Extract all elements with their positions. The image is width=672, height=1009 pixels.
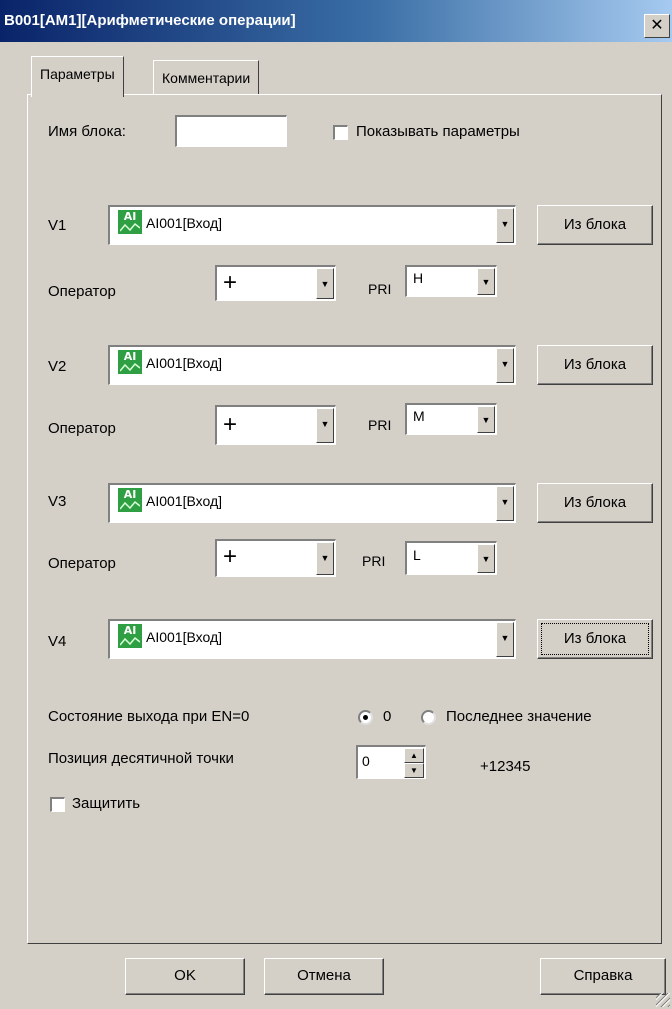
- pri3-label: PRI: [362, 553, 386, 569]
- spin-down-icon[interactable]: ▼: [404, 763, 424, 778]
- tab-parameters[interactable]: Параметры: [31, 56, 124, 97]
- window-titlebar: B001[AM1][Арифметические операции] ✕: [0, 0, 672, 42]
- parameters-panel: Имя блока: Показывать параметры V1 AI AI…: [27, 94, 662, 944]
- v3-source-value: AI001[Вход]: [146, 493, 223, 509]
- pri3-select[interactable]: L ▼: [405, 541, 497, 575]
- decimal-preview: +12345: [480, 758, 531, 775]
- protect-label: Защитить: [72, 795, 141, 812]
- v3-from-block-button[interactable]: Из блока: [537, 483, 653, 523]
- v1-label: V1: [48, 217, 67, 234]
- output-state-label: Состояние выхода при EN=0: [48, 708, 250, 725]
- operator1-select[interactable]: + ▼: [215, 265, 336, 301]
- v2-source-select[interactable]: AI AI001[Вход] ▼: [108, 345, 516, 385]
- decimal-position-label: Позиция десятичной точки: [48, 750, 234, 767]
- show-params-checkbox[interactable]: [333, 125, 348, 140]
- chevron-down-icon[interactable]: ▼: [496, 622, 514, 657]
- analog-input-icon: AI: [118, 350, 142, 374]
- analog-input-icon: AI: [118, 488, 142, 512]
- chevron-down-icon[interactable]: ▼: [316, 268, 334, 299]
- tab-parameters-label: Параметры: [40, 66, 115, 82]
- pri1-select[interactable]: H ▼: [405, 265, 497, 297]
- output-last-radio[interactable]: [421, 710, 436, 725]
- chevron-down-icon[interactable]: ▼: [316, 542, 334, 575]
- operator3-label: Оператор: [48, 555, 116, 572]
- v2-from-block-button[interactable]: Из блока: [537, 345, 653, 385]
- show-params-label: Показывать параметры: [356, 123, 520, 140]
- v3-label: V3: [48, 493, 67, 510]
- chevron-down-icon[interactable]: ▼: [477, 268, 495, 295]
- v1-source-value: AI001[Вход]: [146, 215, 223, 231]
- output-zero-radio[interactable]: [358, 710, 373, 725]
- v3-source-select[interactable]: AI AI001[Вход] ▼: [108, 483, 516, 523]
- analog-input-icon: AI: [118, 210, 142, 234]
- pri2-select[interactable]: M ▼: [405, 403, 497, 435]
- chevron-down-icon[interactable]: ▼: [496, 348, 514, 383]
- pri3-value: L: [413, 547, 421, 563]
- decimal-position-spinner[interactable]: 0 ▲ ▼: [356, 745, 426, 779]
- window-title: B001[AM1][Арифметические операции]: [4, 12, 296, 29]
- pri2-value: M: [413, 408, 425, 424]
- v4-source-select[interactable]: AI AI001[Вход] ▼: [108, 619, 516, 659]
- chevron-down-icon[interactable]: ▼: [496, 208, 514, 243]
- v2-label: V2: [48, 358, 67, 375]
- protect-checkbox[interactable]: [50, 797, 65, 812]
- tab-comments-label: Комментарии: [162, 70, 251, 86]
- operator3-select[interactable]: + ▼: [215, 539, 336, 577]
- decimal-position-value: 0: [362, 753, 370, 769]
- tab-comments[interactable]: Комментарии: [153, 60, 260, 96]
- operator1-label: Оператор: [48, 283, 116, 300]
- output-last-label: Последнее значение: [446, 708, 592, 725]
- v2-source-value: AI001[Вход]: [146, 355, 223, 371]
- v1-source-select[interactable]: AI AI001[Вход] ▼: [108, 205, 516, 245]
- pri1-label: PRI: [368, 281, 392, 297]
- operator2-select[interactable]: + ▼: [215, 405, 336, 445]
- v4-source-value: AI001[Вход]: [146, 629, 223, 645]
- close-icon[interactable]: ✕: [644, 14, 670, 38]
- operator1-value: +: [223, 269, 238, 296]
- block-name-input[interactable]: [175, 115, 287, 147]
- chevron-down-icon[interactable]: ▼: [477, 406, 495, 433]
- pri2-label: PRI: [368, 417, 392, 433]
- spin-up-icon[interactable]: ▲: [404, 748, 424, 763]
- v4-from-block-button[interactable]: Из блока: [537, 619, 653, 659]
- analog-input-icon: AI: [118, 624, 142, 648]
- operator3-value: +: [223, 543, 238, 570]
- v4-label: V4: [48, 633, 67, 650]
- chevron-down-icon[interactable]: ▼: [496, 486, 514, 521]
- output-zero-label: 0: [383, 708, 392, 725]
- operator2-value: +: [223, 411, 238, 438]
- block-name-label: Имя блока:: [48, 123, 126, 140]
- cancel-button[interactable]: Отмена: [264, 958, 384, 995]
- pri1-value: H: [413, 270, 424, 286]
- ok-button[interactable]: OK: [125, 958, 245, 995]
- help-button[interactable]: Справка: [540, 958, 666, 995]
- resize-grip-icon[interactable]: [656, 993, 670, 1007]
- chevron-down-icon[interactable]: ▼: [477, 544, 495, 573]
- chevron-down-icon[interactable]: ▼: [316, 408, 334, 443]
- operator2-label: Оператор: [48, 420, 116, 437]
- v1-from-block-button[interactable]: Из блока: [537, 205, 653, 245]
